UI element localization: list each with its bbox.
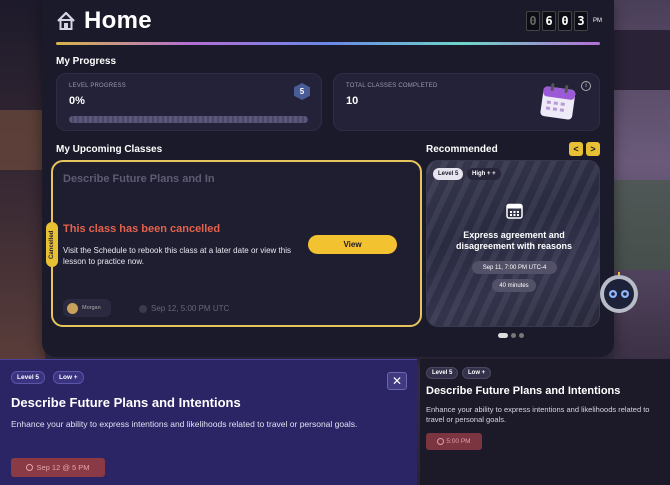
level-badge: 5 (294, 83, 310, 100)
carousel-dot[interactable] (498, 333, 508, 338)
robot-assistant-icon[interactable] (598, 270, 640, 314)
modal-description: Enhance your ability to express intentio… (11, 419, 358, 429)
clock-icon (437, 438, 445, 445)
recommended-duration: 40 minutes (492, 279, 536, 292)
clock-digit: 0 (526, 11, 540, 31)
side-card-title: Describe Future Plans and Intentions (426, 385, 621, 397)
recommended-heading: Recommended (426, 144, 498, 155)
level-tag: Level 5 (433, 168, 464, 180)
recommended-prev-button[interactable]: < (569, 142, 583, 156)
level-progress-bar (69, 116, 308, 123)
info-icon[interactable]: i (581, 81, 591, 91)
recommended-date: Sep 11, 7:00 PM UTC-4 (472, 261, 557, 274)
recommended-next-button[interactable]: > (586, 142, 600, 156)
upcoming-class-card[interactable]: Describe Future Plans and In This class … (51, 160, 422, 327)
level-progress-label: LEVEL PROGRESS (69, 83, 126, 89)
level-progress-value: 0% (69, 95, 85, 107)
side-card-description: Enhance your ability to express intentio… (426, 405, 650, 424)
teacher-name: Morgan (82, 305, 101, 311)
clock-ampm: PM (593, 18, 602, 24)
avatar (67, 302, 78, 314)
carousel-dot[interactable] (519, 333, 524, 338)
carousel-dot[interactable] (511, 333, 516, 338)
clock-icon (139, 304, 147, 313)
home-icon (57, 11, 75, 30)
view-button[interactable]: View (308, 235, 397, 254)
difficulty-tag: Low + (462, 367, 492, 379)
header-divider (56, 42, 600, 45)
carousel-pagination[interactable] (498, 333, 524, 338)
recommended-title: Express agreement and disagreement with … (455, 230, 573, 251)
clock-digit: 0 (558, 11, 572, 31)
clock-icon (26, 464, 34, 471)
level-tag: Level 5 (11, 371, 46, 384)
total-classes-card: TOTAL CLASSES COMPLETED 10 i (333, 73, 600, 131)
progress-heading: My Progress (56, 56, 117, 67)
recommended-card[interactable]: Level 5 High + + Express agreement and d… (426, 160, 600, 327)
calendar-icon (540, 83, 576, 120)
page-title: Home (84, 7, 152, 34)
close-icon[interactable]: ✕ (387, 372, 407, 390)
modal-title: Describe Future Plans and Intentions (11, 395, 241, 410)
total-classes-label: TOTAL CLASSES COMPLETED (346, 83, 438, 89)
difficulty-tag: Low + (53, 371, 84, 384)
upcoming-heading: My Upcoming Classes (56, 144, 163, 155)
total-classes-value: 10 (346, 95, 359, 107)
level-tag: Level 5 (426, 367, 459, 379)
clock-digit: 3 (574, 11, 588, 31)
cancelled-message: This class has been cancelled (63, 223, 221, 235)
clock-digit: 6 (542, 11, 556, 31)
upcoming-class-title: Describe Future Plans and In (63, 173, 215, 185)
cancelled-subtext: Visit the Schedule to rebook this class … (63, 246, 291, 266)
class-detail-modal: Level 5 Low + ✕ Describe Future Plans an… (0, 359, 417, 485)
class-side-card[interactable]: Level 5 Low + Describe Future Plans and … (420, 359, 670, 485)
level-progress-card: LEVEL PROGRESS 0% 5 (56, 73, 322, 131)
cancelled-tag: Cancelled (46, 222, 58, 267)
side-card-date-button[interactable]: 5:00 PM (426, 433, 482, 450)
difficulty-tag: High + + (467, 168, 501, 180)
teacher-chip: Morgan (63, 299, 111, 317)
clock-display: 0 6 0 3 PM (526, 11, 602, 31)
upcoming-class-date: Sep 12, 5:00 PM UTC (139, 304, 229, 313)
calendar-icon (506, 203, 523, 219)
modal-date-button[interactable]: Sep 12 @ 5 PM (11, 458, 105, 477)
